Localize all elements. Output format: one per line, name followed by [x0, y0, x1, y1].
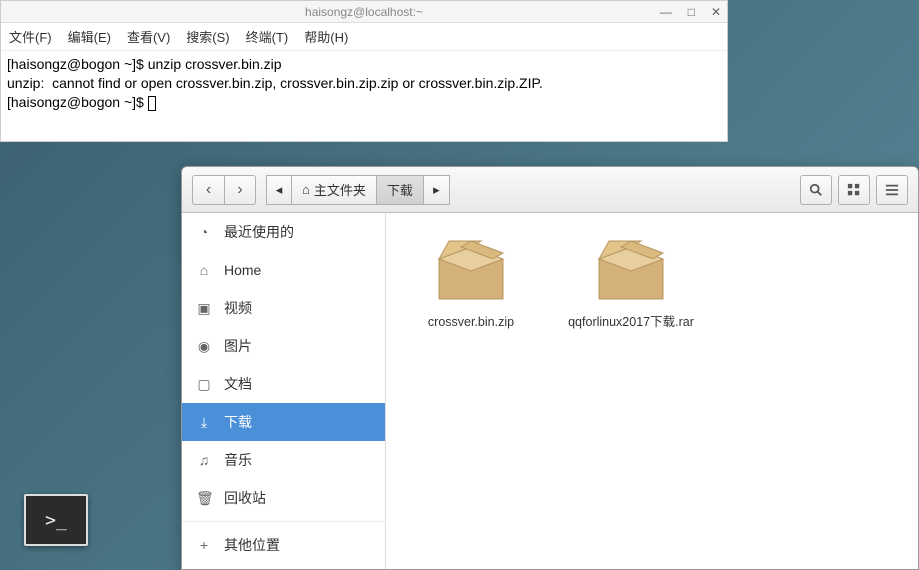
search-button[interactable]	[800, 175, 832, 205]
menu-edit[interactable]: 编辑(E)	[68, 27, 111, 46]
document-icon: ▢	[196, 376, 212, 393]
terminal-launcher[interactable]: >_	[24, 494, 88, 546]
view-options-button[interactable]	[838, 175, 870, 205]
sidebar-item-label: 文档	[224, 374, 252, 394]
terminal-window: haisongz@localhost:~ — □ ✕ 文件(F) 编辑(E) 查…	[0, 0, 728, 142]
download-icon: ⤓	[196, 414, 212, 431]
file-label: crossver.bin.zip	[406, 314, 536, 330]
sidebar-item-label: 最近使用的	[224, 222, 294, 242]
cursor-icon	[148, 96, 156, 111]
separator	[182, 521, 385, 522]
path-home[interactable]: ⌂ 主文件夹	[292, 175, 377, 205]
file-grid[interactable]: crossver.bin.zip qqforlinux2017下载.rar	[386, 213, 918, 569]
triangle-left-icon: ◂	[276, 182, 283, 198]
menu-file[interactable]: 文件(F)	[9, 27, 52, 46]
menu-help[interactable]: 帮助(H)	[304, 27, 348, 46]
clock-icon: ◔	[196, 224, 212, 240]
archive-box-icon	[431, 233, 511, 303]
video-icon: ▣	[196, 300, 212, 317]
term-line: [haisongz@bogon ~]$ unzip crossver.bin.z…	[7, 56, 282, 72]
file-label: qqforlinux2017下载.rar	[566, 314, 696, 330]
path-next-button[interactable]: ▸	[424, 175, 450, 205]
sidebar-item-label: Home	[224, 262, 261, 278]
sidebar-item-label: 图片	[224, 336, 252, 356]
path-home-label: 主文件夹	[314, 180, 366, 199]
terminal-title-text: haisongz@localhost:~	[305, 5, 423, 19]
term-line: unzip: cannot find or open crossver.bin.…	[7, 75, 543, 91]
terminal-icon: >_	[45, 510, 67, 531]
chevron-left-icon: ‹	[206, 181, 211, 199]
close-button[interactable]: ✕	[711, 1, 721, 23]
sidebar-item-documents[interactable]: ▢ 文档	[182, 365, 385, 403]
breadcrumb: ◂ ⌂ 主文件夹 下载 ▸	[266, 175, 450, 205]
path-prev-button[interactable]: ◂	[266, 175, 292, 205]
sidebar-item-recent[interactable]: ◔ 最近使用的	[182, 213, 385, 251]
home-icon: ⌂	[302, 182, 310, 197]
sidebar-item-videos[interactable]: ▣ 视频	[182, 289, 385, 327]
maximize-button[interactable]: □	[688, 1, 695, 23]
music-icon: ♫	[196, 452, 212, 468]
plus-icon: +	[196, 537, 212, 553]
sidebar-item-home[interactable]: ⌂ Home	[182, 251, 385, 289]
file-item[interactable]: qqforlinux2017下载.rar	[566, 233, 696, 330]
path-current-label: 下载	[387, 180, 413, 199]
file-manager-toolbar: ‹ › ◂ ⌂ 主文件夹 下载 ▸	[182, 167, 918, 213]
path-current[interactable]: 下载	[377, 175, 424, 205]
menu-search[interactable]: 搜索(S)	[186, 27, 229, 46]
terminal-menubar: 文件(F) 编辑(E) 查看(V) 搜索(S) 终端(T) 帮助(H)	[1, 23, 727, 51]
sidebar-item-label: 视频	[224, 298, 252, 318]
camera-icon: ◉	[196, 338, 212, 355]
terminal-titlebar[interactable]: haisongz@localhost:~ — □ ✕	[1, 1, 727, 23]
terminal-output[interactable]: [haisongz@bogon ~]$ unzip crossver.bin.z…	[1, 51, 727, 141]
term-line: [haisongz@bogon ~]$	[7, 94, 148, 110]
sidebar-item-label: 音乐	[224, 450, 252, 470]
menu-terminal[interactable]: 终端(T)	[246, 27, 289, 46]
nav-forward-button[interactable]: ›	[224, 175, 256, 205]
trash-icon: 🗑	[196, 490, 212, 507]
triangle-right-icon: ▸	[433, 182, 440, 198]
sidebar: ◔ 最近使用的 ⌂ Home ▣ 视频 ◉ 图片 ▢ 文档 ⤓ 下载 ♫ 音乐 🗑 回收站 + 其…	[182, 213, 386, 569]
search-icon	[809, 183, 823, 197]
sidebar-item-other-locations[interactable]: + 其他位置	[182, 526, 385, 564]
nav-back-button[interactable]: ‹	[192, 175, 224, 205]
file-item[interactable]: crossver.bin.zip	[406, 233, 536, 330]
file-manager-window: ‹ › ◂ ⌂ 主文件夹 下载 ▸ ◔ 最近使用的 ⌂ Home ▣ 视频 ◉ 图片	[181, 166, 919, 570]
sidebar-item-label: 其他位置	[224, 535, 280, 555]
sidebar-item-label: 下载	[224, 412, 252, 432]
menu-view[interactable]: 查看(V)	[127, 27, 170, 46]
hamburger-icon	[885, 183, 899, 197]
home-icon: ⌂	[196, 262, 212, 278]
sidebar-item-trash[interactable]: 🗑 回收站	[182, 479, 385, 517]
menu-button[interactable]	[876, 175, 908, 205]
grid-icon	[847, 183, 861, 197]
dock: >_	[24, 494, 88, 546]
sidebar-item-label: 回收站	[224, 488, 266, 508]
archive-box-icon	[591, 233, 671, 303]
sidebar-item-downloads[interactable]: ⤓ 下载	[182, 403, 385, 441]
sidebar-item-pictures[interactable]: ◉ 图片	[182, 327, 385, 365]
minimize-button[interactable]: —	[660, 1, 672, 23]
sidebar-item-music[interactable]: ♫ 音乐	[182, 441, 385, 479]
chevron-right-icon: ›	[237, 181, 242, 199]
